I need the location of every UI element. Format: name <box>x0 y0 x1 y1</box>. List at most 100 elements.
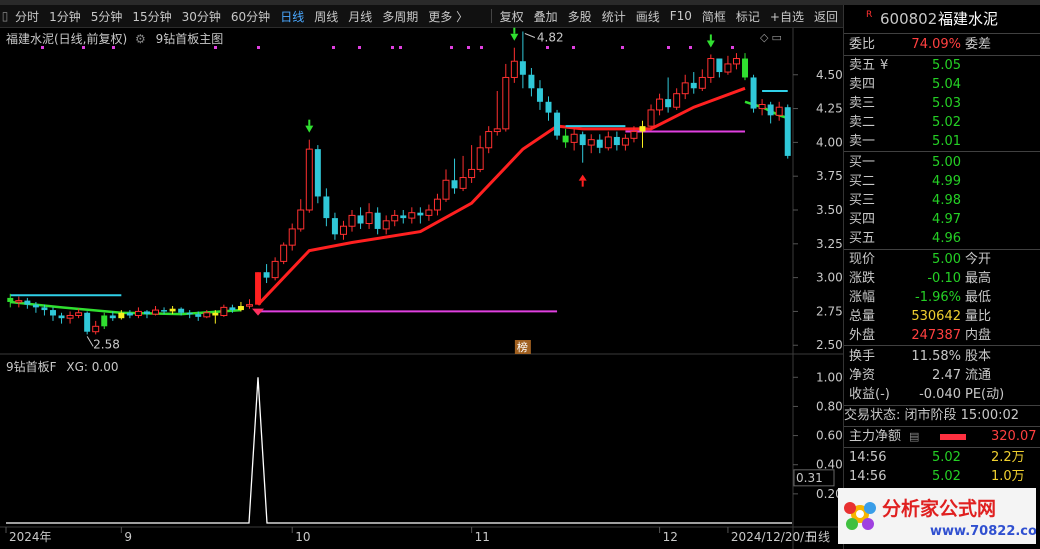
top-dot-marker <box>621 46 624 49</box>
candle-body <box>271 260 279 279</box>
top-dot-marker <box>731 46 734 49</box>
sell-level-2-label: 卖二 <box>849 115 876 130</box>
quote-row-label: 涨跌 <box>849 271 876 286</box>
chart-frame <box>0 28 843 549</box>
candle-body <box>331 218 338 235</box>
candle-body <box>724 63 732 73</box>
candle-body <box>186 312 193 315</box>
candle-body <box>7 297 14 302</box>
stock-header: R 600802 福建水泥 <box>844 7 1040 31</box>
candle-body <box>459 177 467 189</box>
stat-row-label: 换手 <box>849 349 876 364</box>
quote-row-label: 总量 <box>849 309 876 324</box>
candle-body <box>297 209 305 230</box>
period-label: 日线 <box>806 530 830 544</box>
candle-body <box>305 148 313 211</box>
candle-body <box>656 98 664 111</box>
time-label: 2024/12/20/五 <box>731 530 816 544</box>
sell-level-2-value: 5.02 <box>932 115 961 130</box>
candle-body <box>169 308 176 312</box>
stat-row: 收益(-) -0.040 PE(动) <box>844 385 1040 404</box>
sub-tick-label: 0.80 <box>816 399 843 413</box>
tick-volume: 2.2万 <box>991 450 1025 465</box>
main-indicator-name[interactable]: 9钻首板主图 <box>156 32 224 46</box>
sell-level-4-value: 5.04 <box>932 77 961 92</box>
candle-body <box>92 325 100 333</box>
candle-body <box>485 131 493 149</box>
sub-indicator-name[interactable]: 9钻首板F <box>6 360 57 374</box>
top-dot-marker <box>667 46 670 49</box>
candle <box>280 242 288 265</box>
tick-time: 14:56 <box>849 450 887 465</box>
quote-row: 外盘 247387 内盘 <box>844 326 1040 345</box>
site-watermark: 分析家公式网 www.70822.com <box>838 488 1036 544</box>
top-dot-marker <box>689 46 692 49</box>
weibi-row: 委比 74.09% 委差 <box>844 35 1040 54</box>
sell-level-3: 卖三 5.03 <box>844 94 1040 113</box>
candle-body <box>775 106 783 116</box>
currency-mark: ¥ <box>880 58 889 73</box>
top-dot-marker <box>257 46 260 49</box>
candle-body <box>767 104 774 116</box>
stat-row-label2: 流通 <box>965 368 992 383</box>
candle-body <box>161 310 168 312</box>
candle-body <box>280 244 288 262</box>
quote-row-label2: 最高 <box>965 271 992 286</box>
candle-body <box>716 58 723 73</box>
sell-level-4-label: 卖四 <box>849 77 876 92</box>
top-dot-marker <box>358 46 361 49</box>
candle <box>84 311 91 335</box>
candle-body <box>203 312 211 318</box>
candle-body <box>596 139 603 148</box>
buy-level-2-value: 4.99 <box>932 174 961 189</box>
quote-row: 现价 5.00 今开 <box>844 250 1040 269</box>
buy-level-3-label: 买三 <box>849 193 876 208</box>
candle-body <box>101 315 108 327</box>
indicator-settings-icon[interactable]: ⚙ <box>135 32 146 46</box>
window-icon[interactable]: ▭ <box>771 31 784 44</box>
candle-body <box>707 58 715 78</box>
candle-body <box>579 134 586 146</box>
candle-body <box>545 101 552 113</box>
sell-level-1-label: 卖一 <box>849 134 876 149</box>
main-flow-value: 320.07 <box>991 429 1037 444</box>
diamond-icon[interactable]: ◇ <box>760 31 771 44</box>
buy-level-2: 买二 4.99 <box>844 172 1040 191</box>
sell-level-3-value: 5.03 <box>932 96 961 111</box>
candle-body <box>476 147 484 170</box>
tick-price: 5.02 <box>932 450 961 465</box>
candle-body <box>288 228 296 246</box>
candle-body <box>15 300 23 303</box>
candle-body <box>673 93 681 108</box>
svg-text:www.70822.com: www.70822.com <box>930 524 1036 539</box>
quote-row: 总量 530642 量比 <box>844 307 1040 326</box>
list-icon[interactable]: ▤ <box>909 427 919 446</box>
candle-body <box>84 312 91 332</box>
price-tick-label: 3.25 <box>816 237 843 251</box>
candle-body <box>587 139 595 146</box>
candle-body <box>220 306 228 316</box>
stat-row-value: 11.58% <box>911 349 961 364</box>
candle-body <box>408 212 416 219</box>
top-dot-marker <box>546 46 549 49</box>
weibi-value: 74.09% <box>911 37 961 52</box>
candle-body <box>237 306 244 311</box>
candle <box>554 109 561 140</box>
candle-body <box>212 312 219 316</box>
top-dot-marker <box>572 46 575 49</box>
panel-divider <box>844 345 1040 346</box>
candle-body <box>143 311 150 315</box>
candle-body <box>613 136 620 146</box>
candle-body <box>339 225 347 235</box>
kline-chart[interactable]: 4.82 2.58 榜 4.50 4.25 4.00 3.75 3.50 3.25 3.00 2.… <box>0 0 843 549</box>
quote-row-label: 外盘 <box>849 328 876 343</box>
candle-body <box>152 309 160 315</box>
candle-body <box>365 212 373 225</box>
candle-body <box>400 215 407 219</box>
sell-level-3-label: 卖三 <box>849 96 876 111</box>
tick-volume: 1.0万 <box>991 469 1025 484</box>
buy-level-5: 买五 4.96 <box>844 229 1040 248</box>
sell-level-2: 卖二 5.02 <box>844 113 1040 132</box>
sell-level-4: 卖四 5.04 <box>844 75 1040 94</box>
candle-body <box>24 300 31 305</box>
